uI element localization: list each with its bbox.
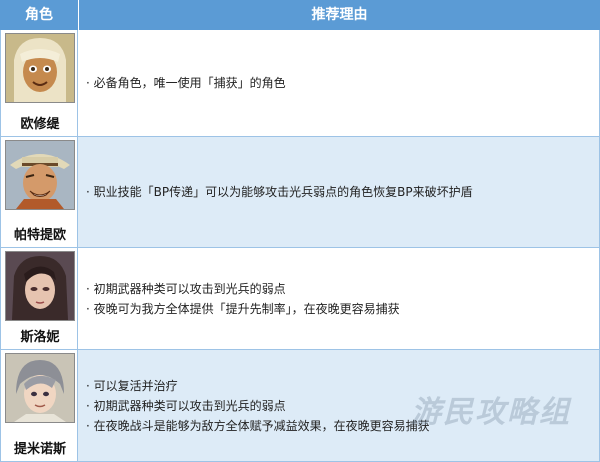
- watermark: 游民攻略组: [411, 395, 571, 430]
- reason-cell: · 职业技能「BP传递」可以为能够攻击光兵弱点的角色恢复BP来破坏护盾: [78, 137, 600, 247]
- character-recommendation-table: 角色 推荐理由 欧修缇 · 必备角色，唯一使用「捕获」的角色 帕特提欧 · 职业…: [0, 0, 600, 462]
- reason-item: · 职业技能「BP传递」可以为能够攻击光兵弱点的角色恢复BP来破坏护盾: [86, 185, 473, 199]
- character-portrait-icon: [5, 140, 75, 210]
- table-header: 角色 推荐理由: [0, 0, 600, 30]
- role-cell: 提米诺斯: [0, 350, 78, 461]
- table-row: 欧修缇 · 必备角色，唯一使用「捕获」的角色: [0, 30, 600, 137]
- character-name: 欧修缇: [20, 117, 60, 132]
- reason-cell: · 初期武器种类可以攻击到光兵的弱点 · 夜晚可为我方全体提供「提升先制率」，在…: [78, 248, 600, 349]
- table-row: 斯洛妮 · 初期武器种类可以攻击到光兵的弱点 · 夜晚可为我方全体提供「提升先制…: [0, 248, 600, 350]
- character-portrait-icon: [5, 251, 75, 321]
- reason-item: · 初期武器种类可以攻击到光兵的弱点: [86, 281, 286, 296]
- reason-cell: · 可以复活并治疗 · 初期武器种类可以攻击到光兵的弱点 · 在夜晚战斗是能够为…: [78, 350, 600, 461]
- role-cell: 帕特提欧: [0, 137, 78, 247]
- reason-item: · 必备角色，唯一使用「捕获」的角色: [86, 76, 286, 90]
- reason-item: · 夜晚可为我方全体提供「提升先制率」，在夜晚更容易捕获: [86, 301, 400, 316]
- role-cell: 欧修缇: [0, 30, 78, 136]
- character-name: 提米诺斯: [13, 442, 66, 457]
- character-portrait-icon: [5, 33, 75, 103]
- table-row: 帕特提欧 · 职业技能「BP传递」可以为能够攻击光兵弱点的角色恢复BP来破坏护盾: [0, 137, 600, 248]
- character-portrait-icon: [5, 353, 75, 423]
- reason-list: · 必备角色，唯一使用「捕获」的角色: [86, 73, 591, 93]
- reason-list: · 职业技能「BP传递」可以为能够攻击光兵弱点的角色恢复BP来破坏护盾: [86, 182, 591, 202]
- role-cell: 斯洛妮: [0, 248, 78, 349]
- reason-cell: · 必备角色，唯一使用「捕获」的角色: [78, 30, 600, 136]
- table-row: 提米诺斯 · 可以复活并治疗 · 初期武器种类可以攻击到光兵的弱点 · 在夜晚战…: [0, 350, 600, 462]
- character-name: 帕特提欧: [13, 228, 66, 243]
- header-role: 角色: [0, 0, 79, 30]
- reason-list: · 初期武器种类可以攻击到光兵的弱点 · 夜晚可为我方全体提供「提升先制率」，在…: [86, 279, 591, 319]
- header-reason: 推荐理由: [311, 7, 368, 23]
- character-name: 斯洛妮: [20, 330, 60, 345]
